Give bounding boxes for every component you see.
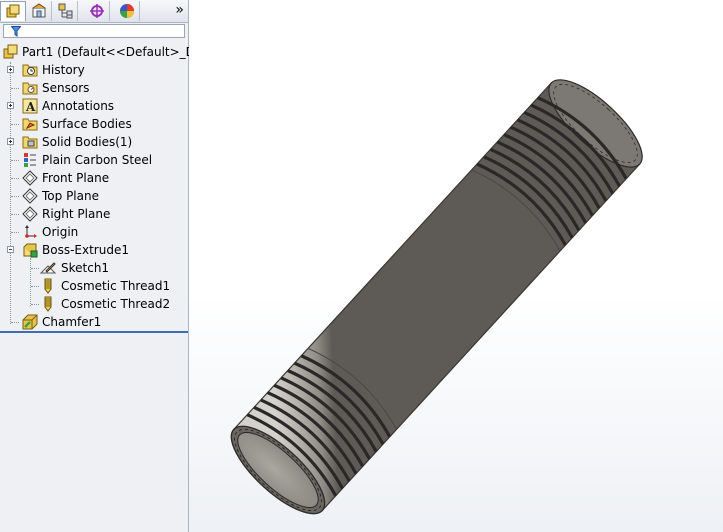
plane-icon bbox=[22, 170, 38, 186]
tab-configuration-manager[interactable] bbox=[52, 1, 78, 21]
sensors-folder-icon bbox=[22, 82, 38, 95]
tree-connector bbox=[11, 124, 19, 125]
tree-item-annotations[interactable]: A Annotations bbox=[0, 97, 188, 115]
solid-bodies-folder-icon bbox=[22, 136, 38, 149]
tree-item-solid-bodies[interactable]: Solid Bodies(1) bbox=[0, 133, 188, 151]
tree-item-label: Chamfer1 bbox=[42, 315, 102, 329]
svg-text:A: A bbox=[25, 100, 36, 114]
panel-tab-bar: » bbox=[0, 0, 188, 23]
configuration-manager-icon bbox=[58, 3, 72, 19]
tab-dimxpert-manager[interactable] bbox=[84, 1, 110, 21]
tree-connector bbox=[31, 286, 39, 287]
tree-item-top-plane[interactable]: Top Plane bbox=[0, 187, 188, 205]
tree-connector bbox=[11, 214, 19, 215]
tree-item-label: Boss-Extrude1 bbox=[42, 243, 129, 257]
tab-display-manager[interactable] bbox=[114, 1, 140, 21]
tree-item-label: Annotations bbox=[42, 99, 115, 113]
tree-item-label: Cosmetic Thread2 bbox=[61, 297, 171, 311]
tree-connector bbox=[31, 268, 39, 269]
dimxpert-manager-icon bbox=[89, 4, 104, 18]
tree-item-label: Surface Bodies bbox=[42, 117, 132, 131]
chamfer-icon bbox=[22, 314, 38, 330]
plane-icon bbox=[22, 206, 38, 222]
tree-item-label: Origin bbox=[42, 225, 79, 239]
feature-filter-field[interactable] bbox=[3, 24, 185, 38]
tree-item-material[interactable]: Plain Carbon Steel bbox=[0, 151, 188, 169]
rollback-bar[interactable] bbox=[0, 331, 188, 333]
tab-property-manager[interactable] bbox=[26, 1, 52, 21]
display-manager-icon bbox=[119, 4, 134, 18]
tab-feature-manager[interactable] bbox=[0, 1, 26, 21]
expand-toggle[interactable] bbox=[7, 102, 14, 109]
collapse-toggle[interactable] bbox=[7, 246, 14, 253]
cosmetic-thread-icon bbox=[44, 296, 52, 312]
tree-item-front-plane[interactable]: Front Plane bbox=[0, 169, 188, 187]
tree-connector bbox=[11, 232, 19, 233]
tree-item-sketch1[interactable]: Sketch1 bbox=[0, 259, 188, 277]
graphics-area[interactable] bbox=[189, 0, 723, 532]
tree-item-right-plane[interactable]: Right Plane bbox=[0, 205, 188, 223]
property-manager-icon bbox=[32, 3, 45, 18]
tree-item-label: Front Plane bbox=[42, 171, 110, 185]
tree-item-cosmetic-thread2[interactable]: Cosmetic Thread2 bbox=[0, 295, 188, 313]
tree-connector bbox=[11, 178, 19, 179]
tree-connector bbox=[11, 322, 19, 323]
tree-root-part[interactable]: Part1 (Default<<Default>_Disp bbox=[0, 43, 212, 61]
tree-item-cosmetic-thread1[interactable]: Cosmetic Thread1 bbox=[0, 277, 188, 295]
material-icon bbox=[24, 153, 36, 167]
annotations-icon: A bbox=[22, 98, 38, 114]
tree-connector bbox=[11, 160, 19, 161]
tree-item-history[interactable]: History bbox=[0, 61, 188, 79]
tree-connector bbox=[11, 196, 19, 197]
tree-item-origin[interactable]: Origin bbox=[0, 223, 188, 241]
tree-item-label: Sensors bbox=[42, 81, 90, 95]
threaded-rod-model bbox=[230, 79, 643, 515]
tree-item-label: Right Plane bbox=[42, 207, 111, 221]
expand-toggle[interactable] bbox=[7, 138, 14, 145]
tree-item-boss-extrude1[interactable]: Boss-Extrude1 bbox=[0, 241, 188, 259]
part-icon bbox=[3, 44, 18, 59]
expand-toggle[interactable] bbox=[7, 66, 14, 73]
tree-item-label: Plain Carbon Steel bbox=[42, 153, 153, 167]
tree-root-label: Part1 (Default<<Default>_Disp bbox=[22, 45, 213, 59]
history-folder-icon bbox=[22, 64, 38, 77]
tree-item-label: History bbox=[42, 63, 85, 77]
cosmetic-thread-icon bbox=[44, 278, 52, 294]
feature-manager-icon bbox=[6, 4, 20, 17]
extrude-icon bbox=[23, 243, 38, 258]
origin-icon bbox=[25, 225, 37, 238]
tree-item-label: Solid Bodies(1) bbox=[42, 135, 133, 149]
surface-bodies-folder-icon bbox=[22, 118, 38, 131]
more-tabs-button[interactable]: » bbox=[175, 2, 184, 18]
tree-item-surface-bodies[interactable]: Surface Bodies bbox=[0, 115, 188, 133]
tree-item-label: Cosmetic Thread1 bbox=[61, 279, 171, 293]
tree-item-chamfer1[interactable]: Chamfer1 bbox=[0, 313, 188, 331]
sketch-icon bbox=[40, 262, 56, 274]
tree-connector bbox=[11, 88, 19, 89]
filter-icon bbox=[11, 26, 21, 37]
feature-manager-panel: » Part1 (Default<<Default>_Disp History … bbox=[0, 0, 212, 532]
tree-connector bbox=[31, 304, 39, 305]
tree-item-label: Top Plane bbox=[42, 189, 99, 203]
tree-item-label: Sketch1 bbox=[61, 261, 110, 275]
tree-item-sensors[interactable]: Sensors bbox=[0, 79, 188, 97]
plane-icon bbox=[22, 188, 38, 204]
